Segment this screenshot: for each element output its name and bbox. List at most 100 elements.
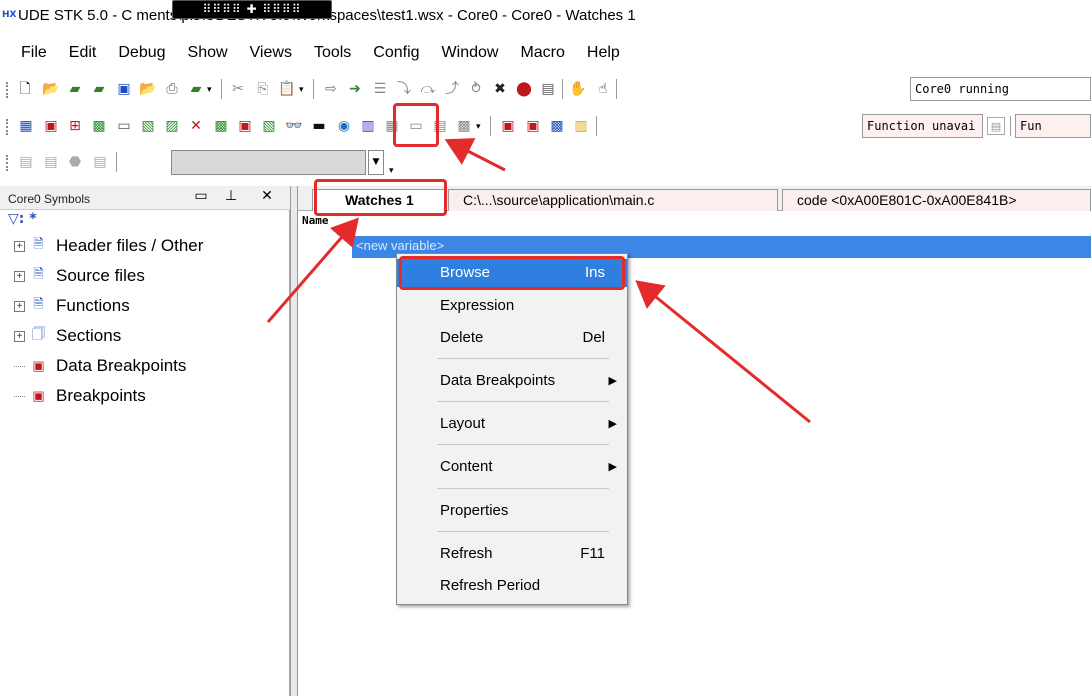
cut-icon[interactable]: ✂ [227, 78, 249, 100]
core-status-field: Core0 running [910, 77, 1091, 101]
stop-debug-icon[interactable]: ✖ [489, 78, 511, 100]
run-hand-icon[interactable]: ✋ [567, 78, 589, 100]
arrow-right-icon[interactable]: ⇨ [320, 78, 342, 100]
coverage-icon[interactable]: ▣ [522, 115, 544, 137]
menu-show[interactable]: Show [188, 44, 228, 62]
sfr-view-icon[interactable]: ▣ [234, 115, 256, 137]
toolbar-grip[interactable] [6, 119, 9, 135]
misc-toolbar: ▤ ▤ ⬣ ▤ ▼ ▾ [0, 146, 1091, 178]
step-return-icon[interactable]: ⥁ [465, 78, 487, 100]
menu-edit[interactable]: Edit [69, 44, 97, 62]
tree-line [14, 365, 25, 367]
run-to-icon[interactable]: ➜ [344, 78, 366, 100]
toolbar-overflow-icon[interactable]: ▾ [207, 85, 212, 95]
menu-debug[interactable]: Debug [118, 44, 165, 62]
trace-view-icon[interactable]: ▨ [161, 115, 183, 137]
save-workspace-icon[interactable]: ▰ [88, 78, 110, 100]
menu-item-layout[interactable]: Layout ▶ [397, 410, 627, 438]
toolbar-overflow-icon[interactable]: ▾ [476, 122, 481, 132]
register-view-icon[interactable]: ▣ [40, 115, 62, 137]
globe-icon[interactable]: ◉ [333, 115, 355, 137]
locals-view-icon[interactable]: ▩ [210, 115, 232, 137]
tab-code-range[interactable]: code <0xA00E801C-0xA00E841B> [782, 189, 1091, 211]
menu-item-expression[interactable]: Expression [397, 292, 627, 320]
filter-icon[interactable]: ▽ [8, 211, 19, 227]
menu-file[interactable]: File [21, 44, 47, 62]
script-combo[interactable] [171, 150, 366, 175]
open-folder-icon[interactable]: 📂 [40, 78, 62, 100]
tree-item-functions[interactable]: + 🗎 Functions [14, 291, 284, 321]
diagram-view-icon[interactable]: ▩ [453, 115, 475, 137]
statistics-icon[interactable]: ▥ [570, 115, 592, 137]
menu-views[interactable]: Views [250, 44, 292, 62]
submenu-arrow-icon: ▶ [608, 418, 617, 430]
tree-item-source-files[interactable]: + 🗎 Source files [14, 261, 284, 291]
new-file-icon[interactable]: 🗋 [14, 78, 36, 100]
screen-capture-overlay[interactable]: ⠿⠿⠿⠿ ✚ ⠿⠿⠿⠿ [172, 0, 332, 19]
menu-item-refresh[interactable]: Refresh F11 [397, 540, 627, 568]
terminal-view-icon[interactable]: ▬ [308, 115, 330, 137]
tree-label: Source files [56, 266, 145, 285]
expand-icon[interactable]: + [14, 330, 25, 342]
menu-item-delete[interactable]: Delete Del [397, 324, 627, 352]
toolbar-grip[interactable] [6, 82, 9, 98]
open-file-icon[interactable]: 📂 [137, 78, 159, 100]
menu-macro[interactable]: Macro [520, 44, 564, 62]
menu-window[interactable]: Window [442, 44, 499, 62]
step-over-icon[interactable]: ⤼ [417, 78, 439, 100]
print-preview-icon[interactable]: ▰ [185, 78, 207, 100]
breakpoint-icon[interactable]: ⬤ [513, 78, 535, 100]
script-combo-dropdown-icon[interactable]: ▼ [368, 150, 384, 175]
copy-icon[interactable]: ⎘ [252, 78, 274, 100]
menu-config[interactable]: Config [373, 44, 419, 62]
expand-icon[interactable]: + [14, 240, 25, 252]
submenu-arrow-icon: ▶ [608, 461, 617, 473]
breakpoints-view-icon[interactable]: ✕ [185, 115, 207, 137]
function-browse-icon[interactable]: ▤ [987, 117, 1005, 135]
tree-item-breakpoints[interactable]: ▣ Breakpoints [14, 381, 284, 411]
step-list-icon[interactable]: ☰ [369, 78, 391, 100]
toolbar-overflow-icon[interactable]: ▾ [389, 166, 394, 176]
step-into-icon[interactable]: ⤵ [393, 78, 415, 100]
toolbar-grip[interactable] [6, 155, 9, 171]
hex-view-icon[interactable]: ▭ [113, 115, 135, 137]
expand-icon[interactable]: + [14, 300, 25, 312]
menu-item-content[interactable]: Content ▶ [397, 453, 627, 481]
menu-separator [437, 358, 609, 359]
peripheral-view-icon[interactable]: ▩ [88, 115, 110, 137]
open-workspace-icon[interactable]: ▰ [64, 78, 86, 100]
separator [221, 79, 222, 99]
halt-hand-icon[interactable]: ☝ [592, 78, 614, 100]
pin-icon[interactable]: ⊥ [222, 188, 240, 204]
watch-window-icon[interactable]: 👓 [283, 115, 305, 137]
save-icon[interactable]: ▣ [113, 78, 135, 100]
toolbar-overflow-icon[interactable]: ▾ [299, 85, 304, 95]
chart-view-icon[interactable]: ▥ [357, 115, 379, 137]
tab-main-c[interactable]: C:\...\source\application\main.c [448, 189, 778, 211]
print-icon[interactable]: ⎙ [161, 78, 183, 100]
float-icon[interactable]: ▭ [192, 188, 210, 204]
menu-tools[interactable]: Tools [314, 44, 351, 62]
menu-item-data-breakpoints[interactable]: Data Breakpoints ▶ [397, 367, 627, 395]
tree-item-data-breakpoints[interactable]: ▣ Data Breakpoints [14, 351, 284, 381]
profiler-icon[interactable]: ▣ [497, 115, 519, 137]
menu-item-refresh-period[interactable]: Refresh Period [397, 572, 627, 600]
close-icon[interactable]: ✕ [258, 188, 276, 204]
paste-icon[interactable]: 📋 [276, 78, 298, 100]
step-out-icon[interactable]: ⤴ [441, 78, 463, 100]
menu-item-label: Content [440, 458, 493, 475]
call-stack-view-icon[interactable]: ▧ [258, 115, 280, 137]
memory-view-icon[interactable]: ⊞ [64, 115, 86, 137]
tree-item-header-files[interactable]: + 🗎 Header files / Other [14, 231, 284, 261]
expand-icon[interactable]: + [14, 270, 25, 282]
tree-item-sections[interactable]: + 🗍 Sections [14, 321, 284, 351]
analysis-icon[interactable]: ▩ [546, 115, 568, 137]
reset-icon[interactable]: ▤ [537, 78, 559, 100]
menu-help[interactable]: Help [587, 44, 620, 62]
filter-row[interactable]: ▽: * [8, 211, 37, 227]
panel-title: Core0 Symbols [8, 192, 91, 206]
stack-view-icon[interactable]: ▧ [137, 115, 159, 137]
program-view-icon[interactable]: ▦ [15, 115, 37, 137]
menu-item-properties[interactable]: Properties [397, 497, 627, 525]
panel-splitter[interactable] [290, 186, 298, 696]
